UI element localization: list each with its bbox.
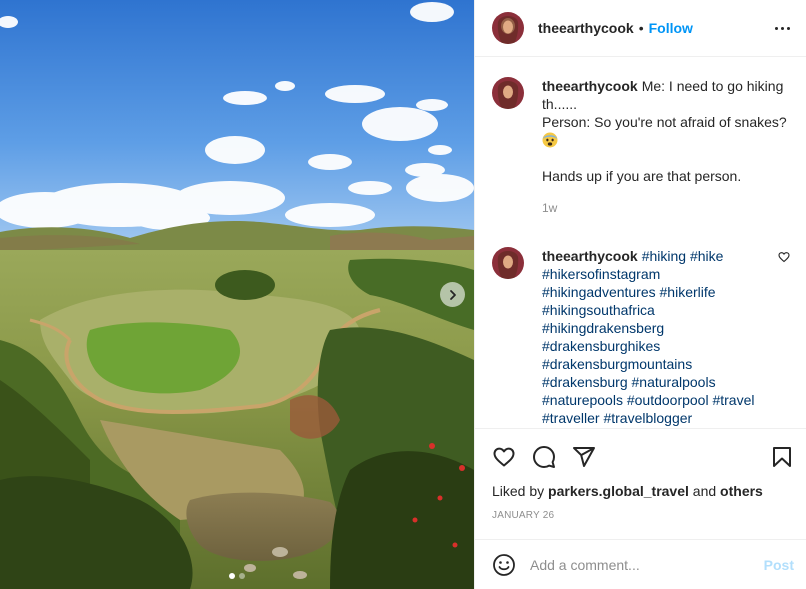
carousel-dot (239, 573, 245, 579)
caption-timestamp[interactable]: 1w (542, 199, 790, 217)
likes-summary: Liked by parkers.global_travel and other… (492, 483, 794, 499)
landscape-photo (0, 0, 474, 589)
liked-prefix: Liked by (492, 483, 545, 499)
profile-photo (492, 77, 524, 109)
post-actions-area: Liked by parkers.global_travel and other… (475, 428, 806, 539)
heart-icon[interactable] (492, 445, 516, 469)
post-date[interactable]: JANUARY 26 (492, 510, 794, 521)
share-icon[interactable] (572, 445, 596, 469)
emoji-smile-icon[interactable] (492, 553, 516, 577)
separator-dot: • (638, 20, 644, 36)
profile-photo (492, 247, 524, 279)
caption-line-2: Person: So you're not afraid of snakes? (542, 114, 787, 130)
liked-and: and (692, 483, 717, 499)
comments-section[interactable]: theearthycook Me: I need to go hiking th.… (475, 57, 806, 428)
follow-button[interactable]: Follow (649, 20, 693, 36)
post-comment-button[interactable]: Post (764, 557, 794, 573)
carousel-dot (229, 573, 235, 579)
caption: theearthycook Me: I need to go hiking th.… (492, 77, 790, 217)
instagram-post: theearthycook • Follow theearthycook Me: … (0, 0, 806, 589)
post-photo[interactable] (0, 0, 474, 589)
caption-body: theearthycook Me: I need to go hiking th.… (542, 77, 790, 217)
liked-user[interactable]: parkers.global_travel (548, 483, 689, 499)
fearful-face-emoji-icon (542, 132, 558, 148)
comment-input[interactable] (530, 556, 764, 573)
comment-icon[interactable] (532, 445, 556, 469)
comment-hashtags[interactable]: #hiking #hike #hikersofinstagram #hiking… (542, 248, 755, 428)
caption-username[interactable]: theearthycook (542, 78, 638, 94)
liked-others[interactable]: others (720, 483, 763, 499)
caption-line-3: Hands up if you are that person. (542, 168, 742, 184)
comment-body: theearthycook #hiking #hike #hikersofinst… (542, 247, 772, 428)
more-options-icon[interactable] (775, 21, 790, 36)
add-comment-bar: Post (475, 539, 806, 589)
profile-photo (492, 12, 524, 44)
post-header: theearthycook • Follow (475, 0, 806, 57)
avatar[interactable] (492, 247, 524, 279)
comment: theearthycook #hiking #hike #hikersofinst… (492, 247, 790, 428)
action-bar (492, 429, 794, 481)
header-username[interactable]: theearthycook (538, 20, 634, 36)
post-side-panel: theearthycook • Follow theearthycook Me: … (474, 0, 806, 589)
comment-username[interactable]: theearthycook (542, 248, 638, 264)
like-comment-heart-icon[interactable] (778, 251, 790, 263)
avatar[interactable] (492, 12, 524, 44)
avatar[interactable] (492, 77, 524, 109)
bookmark-icon[interactable] (770, 445, 794, 469)
chevron-right-icon (449, 289, 456, 300)
carousel-indicator (0, 573, 474, 579)
carousel-next-button[interactable] (440, 282, 465, 307)
